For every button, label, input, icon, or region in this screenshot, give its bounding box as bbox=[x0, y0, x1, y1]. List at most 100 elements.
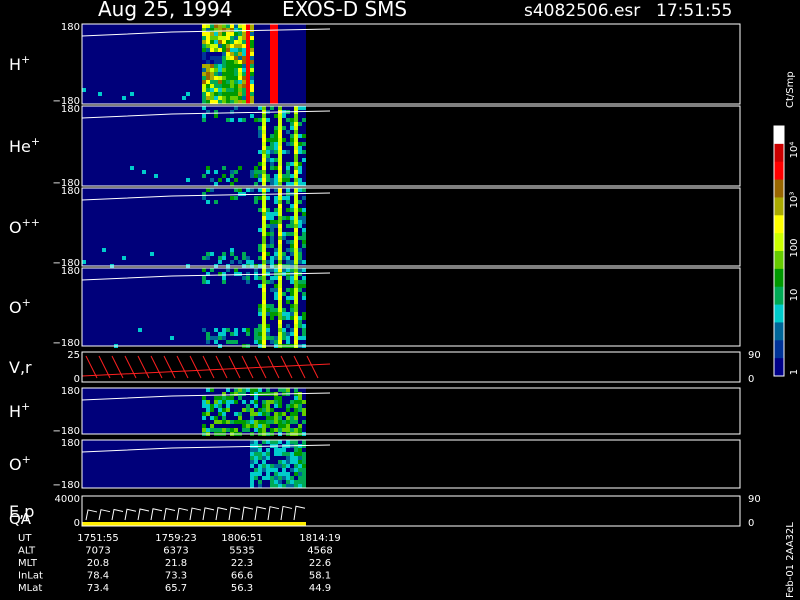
heatmap-cell bbox=[270, 100, 274, 104]
header-instrument: EXOS-D SMS bbox=[282, 0, 407, 21]
heatmap-cell bbox=[278, 320, 282, 324]
heatmap-cell bbox=[270, 244, 274, 248]
heatmap-cell bbox=[262, 428, 266, 432]
heatmap-cell bbox=[214, 182, 218, 186]
heatmap-cell bbox=[278, 200, 282, 204]
heatmap-cell bbox=[270, 84, 274, 88]
heatmap-cell bbox=[242, 36, 246, 40]
heatmap-cell bbox=[298, 260, 302, 264]
heatmap-cell bbox=[274, 484, 278, 488]
heatmap-cell bbox=[270, 182, 274, 186]
heatmap-cell bbox=[298, 460, 302, 464]
heatmap-cell bbox=[250, 44, 254, 48]
footer-rotated-label: Feb-01 2AA32L bbox=[785, 522, 796, 598]
heatmap-cell bbox=[250, 188, 254, 192]
heatmap-cell bbox=[234, 92, 238, 96]
heatmap-cell bbox=[270, 212, 274, 216]
heatmap-cell bbox=[302, 208, 306, 212]
heatmap-cell bbox=[250, 40, 254, 44]
heatmap-cell bbox=[210, 32, 214, 36]
heatmap-cell bbox=[218, 60, 222, 64]
panel-7: O+ 180 −180 bbox=[9, 438, 741, 491]
heatmap-cell bbox=[258, 424, 262, 428]
heatmap-cell bbox=[230, 420, 234, 424]
heatmap-cell bbox=[274, 400, 278, 404]
heatmap-cell bbox=[222, 400, 226, 404]
heatmap-cell bbox=[282, 388, 286, 392]
heatmap-cell bbox=[270, 216, 274, 220]
heatmap-cell bbox=[290, 252, 294, 256]
heatmap-cell bbox=[278, 170, 282, 174]
heatmap-cell bbox=[278, 460, 282, 464]
footer-cell: 65.7 bbox=[165, 583, 187, 594]
heatmap-cell bbox=[294, 220, 298, 224]
heatmap-cell bbox=[262, 292, 266, 296]
heatmap-cell bbox=[278, 150, 282, 154]
heatmap-cell bbox=[214, 72, 218, 76]
heatmap-cell bbox=[214, 416, 218, 420]
heatmap-cell bbox=[298, 162, 302, 166]
heatmap-cell bbox=[206, 100, 210, 104]
heatmap-cell bbox=[286, 276, 290, 280]
heatmap-cell bbox=[262, 158, 266, 162]
heatmap-cell bbox=[286, 408, 290, 412]
heatmap-cell bbox=[262, 208, 266, 212]
heatmap-cell bbox=[258, 412, 262, 416]
panel-frame bbox=[81, 495, 741, 527]
colorbar-swatch bbox=[774, 304, 784, 323]
heatmap-cell bbox=[258, 150, 262, 154]
heatmap-cell bbox=[230, 64, 234, 68]
heatmap-cell bbox=[238, 44, 242, 48]
heatmap-cell bbox=[258, 276, 262, 280]
heatmap-cell bbox=[218, 32, 222, 36]
heatmap-cell bbox=[270, 92, 274, 96]
heatmap-cell bbox=[270, 288, 274, 292]
heatmap-cell bbox=[182, 96, 186, 100]
heatmap-cell bbox=[294, 304, 298, 308]
heatmap-cell bbox=[250, 412, 254, 416]
heatmap-cell bbox=[250, 260, 254, 264]
heatmap-cell bbox=[230, 44, 234, 48]
heatmap-cell bbox=[274, 308, 278, 312]
heatmap-cell bbox=[222, 96, 226, 100]
heatmap-cell bbox=[258, 256, 262, 260]
heatmap-cell bbox=[278, 268, 282, 272]
footer-cell: 21.8 bbox=[165, 558, 187, 569]
heatmap-cell bbox=[258, 130, 262, 134]
heatmap-cell bbox=[186, 178, 190, 182]
heatmap-cell bbox=[266, 416, 270, 420]
heatmap-cell bbox=[270, 440, 274, 444]
heatmap-cell bbox=[210, 56, 214, 60]
heatmap-cell bbox=[286, 424, 290, 428]
heatmap-cell bbox=[302, 158, 306, 162]
heatmap-cell bbox=[238, 68, 242, 72]
heatmap-cell bbox=[274, 150, 278, 154]
heatmap-cell bbox=[254, 456, 258, 460]
heatmap-cell bbox=[230, 60, 234, 64]
heatmap-cell bbox=[266, 268, 270, 272]
energy-series bbox=[85, 505, 306, 521]
heatmap-cell bbox=[202, 118, 206, 122]
heatmap-cell bbox=[282, 174, 286, 178]
heatmap-cell bbox=[210, 252, 214, 256]
heatmap-cell bbox=[270, 312, 274, 316]
heatmap-cell bbox=[230, 36, 234, 40]
heatmap-cell bbox=[282, 312, 286, 316]
heatmap-cell bbox=[298, 188, 302, 192]
heatmap-cell bbox=[250, 68, 254, 72]
heatmap-cell bbox=[282, 316, 286, 320]
heatmap-cell bbox=[234, 332, 238, 336]
heatmap-cell bbox=[246, 332, 250, 336]
heatmap-cell bbox=[282, 232, 286, 236]
heatmap-cell bbox=[274, 220, 278, 224]
heatmap-cell bbox=[282, 178, 286, 182]
heatmap-cell bbox=[202, 80, 206, 84]
heatmap-cell bbox=[290, 476, 294, 480]
colorbar-swatch bbox=[774, 179, 784, 198]
y-tick-top: 180 bbox=[61, 186, 80, 197]
heatmap-cell bbox=[290, 276, 294, 280]
heatmap-cell bbox=[258, 308, 262, 312]
y-tick-top: 180 bbox=[61, 104, 80, 115]
footer-table: Feb-01 2AA32L UT 1751:55 1759:23 1806:51 181… bbox=[18, 522, 796, 598]
heatmap-cell bbox=[238, 272, 242, 276]
